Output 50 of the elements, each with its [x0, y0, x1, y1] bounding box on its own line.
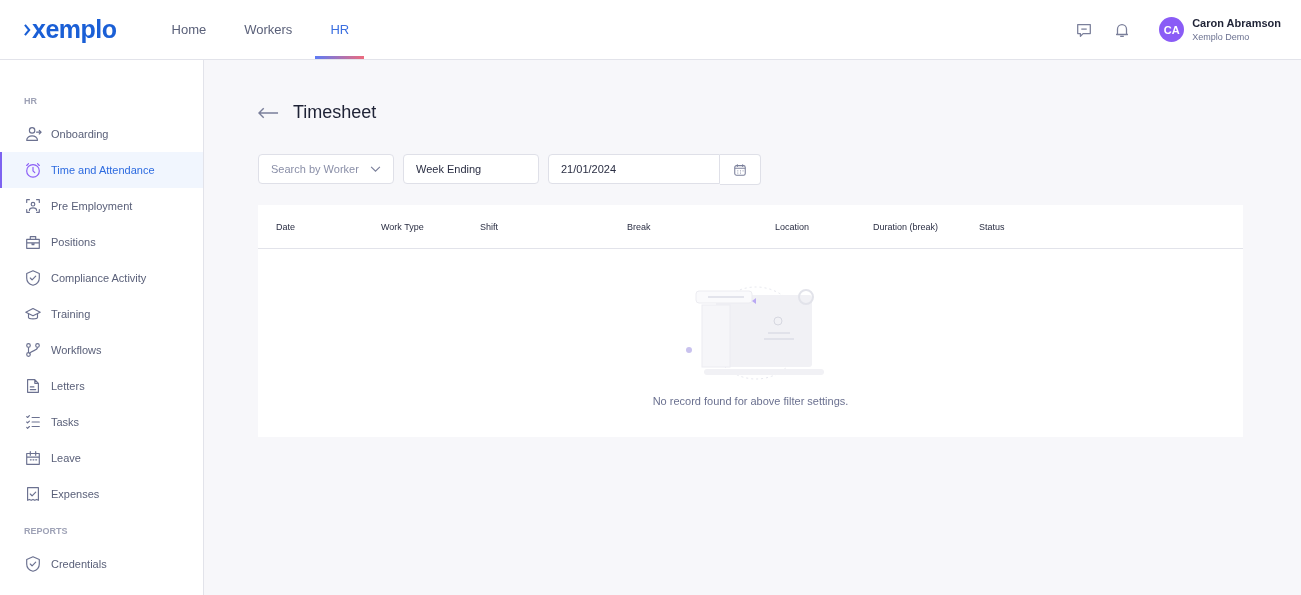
menu-item-icon: [24, 125, 42, 143]
column-header: Shift: [480, 221, 498, 232]
column-header: Duration (break): [873, 221, 939, 232]
sidebar-item[interactable]: Positions: [0, 224, 203, 260]
empty-message: No record found for above filter settings.: [652, 395, 849, 407]
calendar-button[interactable]: [720, 154, 761, 185]
nav-tab[interactable]: Home: [156, 3, 222, 59]
sidebar-item[interactable]: Time and Attendance: [0, 152, 203, 188]
sidebar-item[interactable]: Leave: [0, 440, 203, 476]
menu-item-icon: [24, 377, 42, 395]
menu-item-icon: [24, 305, 42, 323]
chevron-icon: [24, 23, 31, 36]
menu-item-icon: [24, 161, 42, 179]
back-arrow-icon[interactable]: [258, 106, 279, 119]
page-title: Timesheet: [293, 102, 377, 123]
date-field[interactable]: 21/01/2024: [548, 154, 720, 184]
column-header: Date: [276, 221, 295, 232]
menu-item-icon: [24, 449, 42, 467]
sidebar-item[interactable]: Credentials: [0, 546, 203, 582]
sidebar-item[interactable]: Compliance Activity: [0, 260, 203, 296]
menu-item-icon: [24, 197, 42, 215]
sidebar-item[interactable]: Onboarding: [0, 116, 203, 152]
menu-item-icon: [24, 233, 42, 251]
sidebar-item[interactable]: Letters: [0, 368, 203, 404]
sidebar-item[interactable]: Expenses: [0, 476, 203, 512]
nav-tab[interactable]: HR: [315, 3, 365, 59]
avatar[interactable]: CA: [1159, 17, 1185, 42]
menu-item-icon: [24, 341, 42, 359]
worker-dropdown[interactable]: Search by Worker: [258, 154, 394, 184]
sidebar-item[interactable]: Tasks: [0, 404, 203, 440]
section-heading: REPORTS: [23, 526, 69, 538]
nav-tab[interactable]: Workers: [229, 3, 308, 59]
organisation-name: Xemplo Demo: [1192, 32, 1251, 42]
menu-item-icon: [24, 485, 42, 503]
column-header: Location: [775, 221, 810, 232]
caret-icon: [370, 165, 381, 173]
sidebar-item[interactable]: Pre Employment: [0, 188, 203, 224]
menu-item-icon: [24, 413, 42, 431]
calendar-icon: [733, 162, 747, 177]
column-header: Work Type: [381, 221, 424, 232]
sidebar-item[interactable]: Workflows: [0, 332, 203, 368]
period-dropdown[interactable]: Week Ending: [403, 154, 539, 184]
sidebar-item[interactable]: Training: [0, 296, 203, 332]
section-heading: HR: [23, 96, 38, 108]
logo[interactable]: xemplo: [32, 15, 117, 44]
user-name: Caron Abramson: [1192, 17, 1281, 29]
column-header: Status: [979, 221, 1005, 232]
menu-item-icon: [24, 269, 42, 287]
column-header: Break: [627, 221, 651, 232]
menu-item-icon: [24, 555, 42, 573]
